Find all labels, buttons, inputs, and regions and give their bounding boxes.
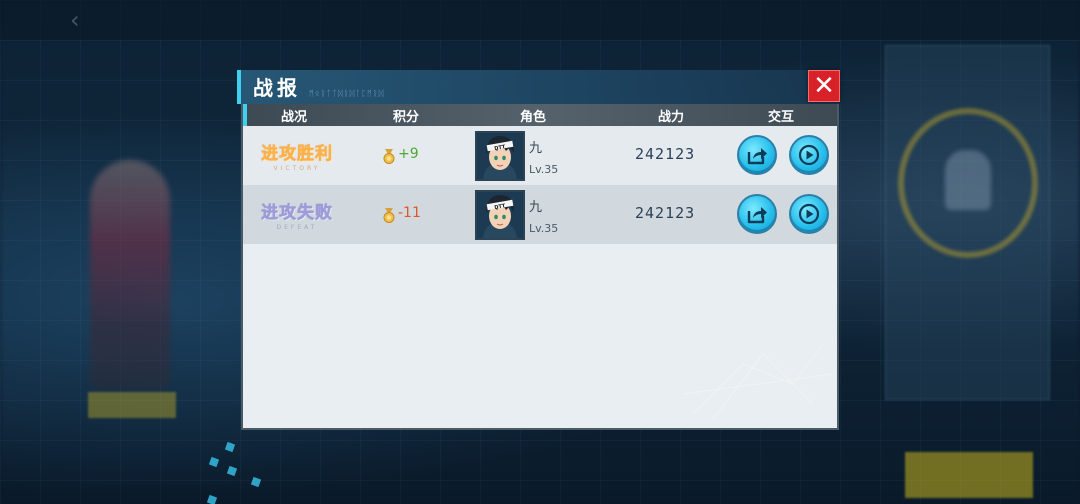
dialog-header: 战报 ᛗᛟᚱᛏᛏᛞᚱᛞᛚᛈᛗᚱᛞ: [237, 70, 839, 104]
dialog-body: 战况 积分 角色 战力 交互 进攻胜利 VICTORY +9 DTT 九 Lv.…: [241, 104, 839, 430]
background-back-icon: ‹: [70, 6, 80, 34]
dialog-title: 战报: [253, 76, 301, 100]
column-score: 积分: [392, 110, 420, 125]
result-label: 进攻胜利: [261, 144, 333, 164]
share-button[interactable]: [737, 194, 777, 234]
battle-report-dialog: 战报 ᛗᛟᚱᛏᛏᛞᚱᛞᛚᛈᛗᚱᛞ ✕ 战况 积分 角色 战力 交互 进攻胜利 V…: [237, 70, 840, 432]
medal-icon: [383, 208, 395, 223]
background-character: [90, 160, 170, 390]
column-power: 战力: [657, 110, 685, 125]
play-icon: [798, 144, 820, 166]
medal-icon: [383, 149, 395, 164]
character-level: Lv.35: [529, 222, 559, 235]
table-header: 战况 积分 角色 战力 交互: [243, 104, 837, 126]
dialog-title-decoration: ᛗᛟᚱᛏᛏᛞᚱᛞᛚᛈᛗᚱᛞ: [309, 89, 385, 98]
close-button[interactable]: ✕: [808, 70, 840, 102]
avatar[interactable]: DTT: [475, 131, 525, 181]
column-character: 角色: [519, 110, 547, 125]
result-sublabel: VICTORY: [273, 165, 321, 172]
background-tag: [88, 392, 176, 418]
result-sublabel: DEFEAT: [276, 224, 318, 231]
character-level: Lv.35: [529, 163, 559, 176]
table-row: 进攻胜利 VICTORY +9 DTT 九 Lv.35 242123: [243, 126, 837, 185]
column-status: 战况: [280, 110, 308, 125]
replay-button[interactable]: [789, 194, 829, 234]
background-trophy-icon: [945, 150, 991, 210]
share-icon: [747, 207, 767, 224]
background-top-bar: [0, 0, 1080, 40]
character-portrait-icon: DTT: [477, 133, 523, 179]
share-icon: [747, 148, 767, 165]
score-change: +9: [398, 146, 419, 162]
result-label: 进攻失败: [261, 203, 333, 223]
background-action-button: [905, 452, 1033, 498]
score-change: -11: [398, 205, 421, 221]
replay-button[interactable]: [789, 135, 829, 175]
battle-result: 进攻胜利 VICTORY: [257, 139, 337, 172]
character-portrait-icon: DTT: [477, 192, 523, 238]
battle-result: 进攻失败 DEFEAT: [257, 198, 337, 231]
combat-power: 242123: [635, 204, 696, 222]
column-interact: 交互: [767, 110, 795, 125]
character-name: 九: [529, 141, 543, 156]
background-watermark: [683, 343, 833, 420]
character-name: 九: [529, 200, 543, 215]
play-icon: [798, 203, 820, 225]
avatar[interactable]: DTT: [475, 190, 525, 240]
share-button[interactable]: [737, 135, 777, 175]
combat-power: 242123: [635, 145, 696, 163]
table-row: 进攻失败 DEFEAT -11 DTT 九 Lv.35 242123: [243, 185, 837, 244]
close-icon: ✕: [813, 71, 835, 101]
